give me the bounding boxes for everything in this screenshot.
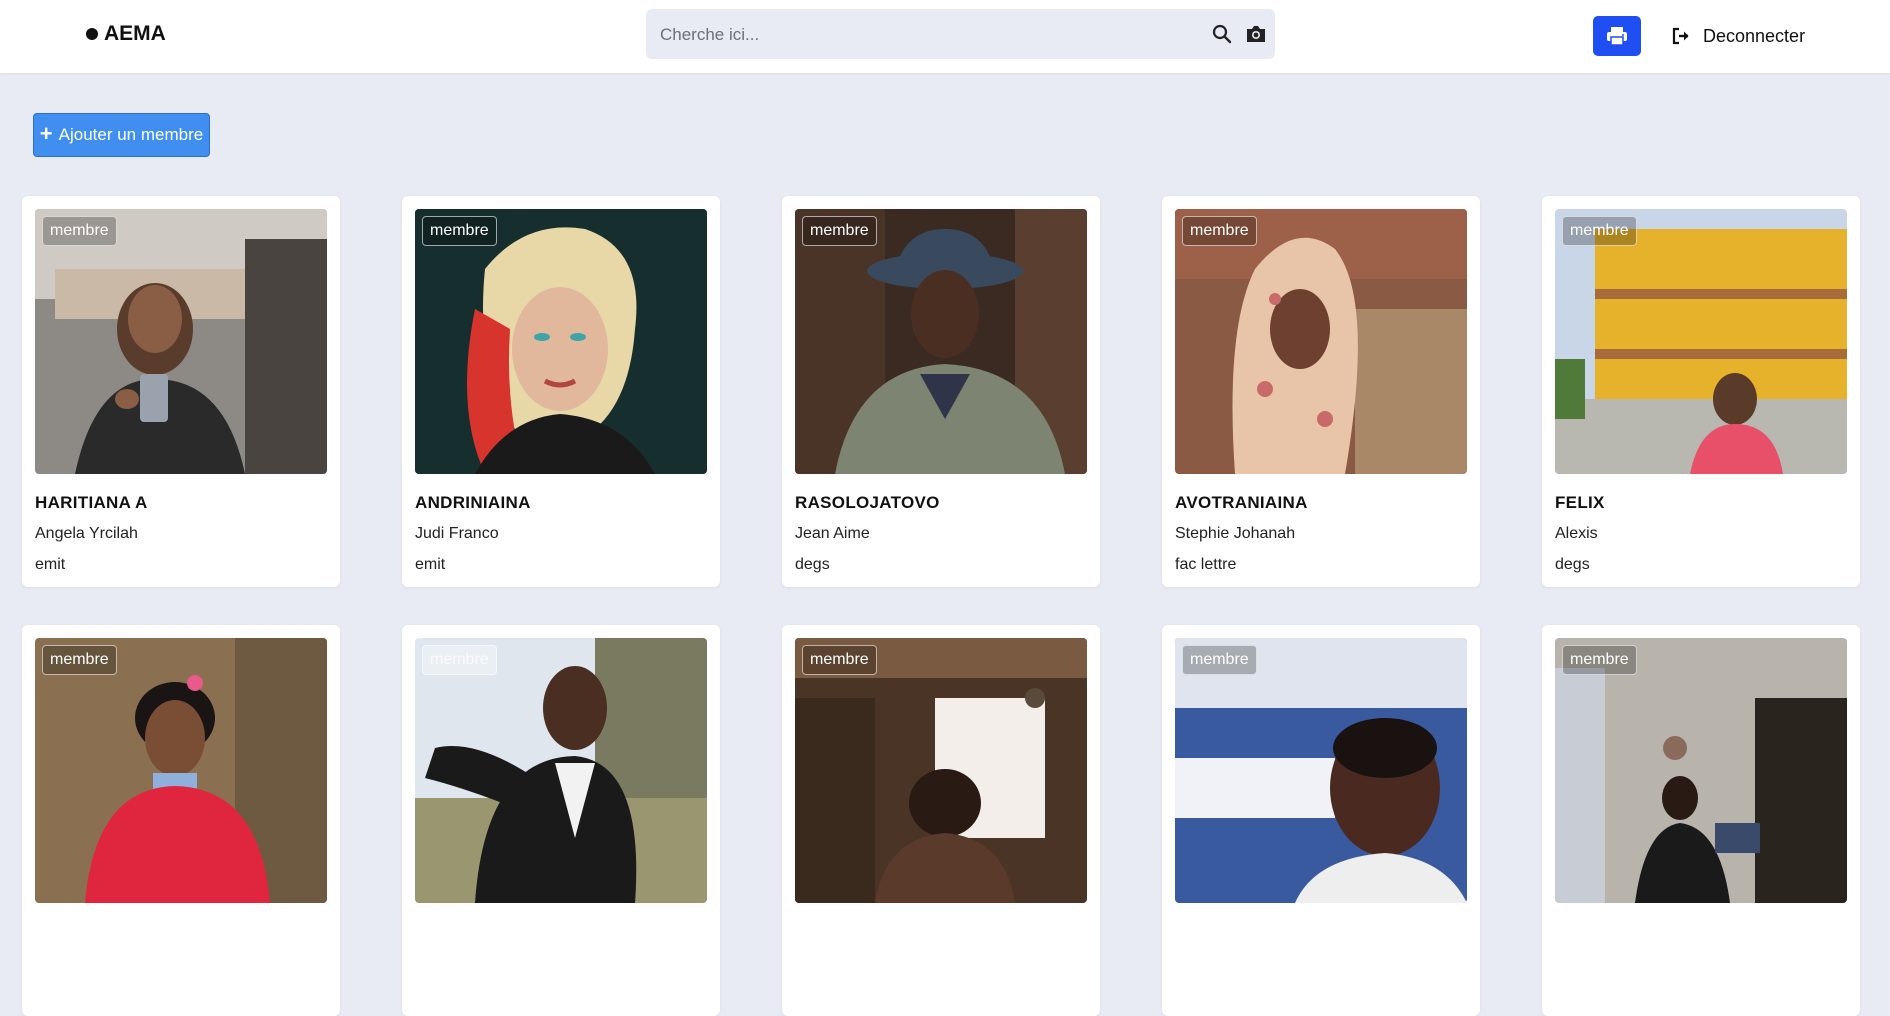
role-badge: membre [1182, 216, 1257, 246]
member-last-name: AVOTRANIAINA [1175, 493, 1308, 512]
member-last-name: RASOLOJATOVO [795, 493, 940, 512]
member-photo: membre [795, 638, 1087, 903]
member-photo: membre [415, 638, 707, 903]
member-grid: membre HARITIANA A Angela Yrcilah emit m… [0, 0, 1890, 1016]
member-last-name: FELIX [1555, 493, 1605, 512]
role-badge: membre [802, 216, 877, 246]
member-photo: membre [1175, 638, 1467, 903]
member-photo: membre [795, 209, 1087, 474]
member-photo: membre [1555, 638, 1847, 903]
member-last-name: HARITIANA A [35, 493, 148, 512]
role-badge: membre [422, 216, 497, 246]
role-badge: membre [1562, 645, 1637, 675]
role-badge: membre [42, 216, 117, 246]
member-school: fac lettre [1175, 556, 1237, 573]
member-card[interactable]: membre [402, 625, 720, 1016]
member-photo: membre [415, 209, 707, 474]
member-card[interactable]: membre HARITIANA A Angela Yrcilah emit [22, 196, 340, 587]
role-badge: membre [1562, 216, 1637, 246]
role-badge: membre [802, 645, 877, 675]
member-first-name: Judi Franco [415, 525, 499, 542]
member-card[interactable]: membre AVOTRANIAINA Stephie Johanah fac … [1162, 196, 1480, 587]
member-school: emit [415, 556, 446, 573]
role-badge: membre [1182, 645, 1257, 675]
member-first-name: Stephie Johanah [1175, 525, 1296, 542]
member-card[interactable]: membre [1542, 625, 1860, 1016]
member-card[interactable]: membre [22, 625, 340, 1016]
role-badge: membre [422, 645, 497, 675]
member-school: emit [35, 556, 66, 573]
member-first-name: Jean Aime [795, 525, 870, 542]
member-school: degs [795, 556, 830, 573]
member-card[interactable]: membre RASOLOJATOVO Jean Aime degs [782, 196, 1100, 587]
role-badge: membre [42, 645, 117, 675]
member-first-name: Alexis [1555, 525, 1598, 542]
member-school: degs [1555, 556, 1590, 573]
member-photo: membre [1555, 209, 1847, 474]
member-card[interactable]: membre [1162, 625, 1480, 1016]
member-last-name: ANDRINIAINA [415, 493, 531, 512]
member-card[interactable]: membre [782, 625, 1100, 1016]
member-photo: membre [35, 638, 327, 903]
member-first-name: Angela Yrcilah [35, 525, 138, 542]
member-card[interactable]: membre FELIX Alexis degs [1542, 196, 1860, 587]
member-card[interactable]: membre ANDRINIAINA Judi Franco emit [402, 196, 720, 587]
member-photo: membre [35, 209, 327, 474]
member-photo: membre [1175, 209, 1467, 474]
